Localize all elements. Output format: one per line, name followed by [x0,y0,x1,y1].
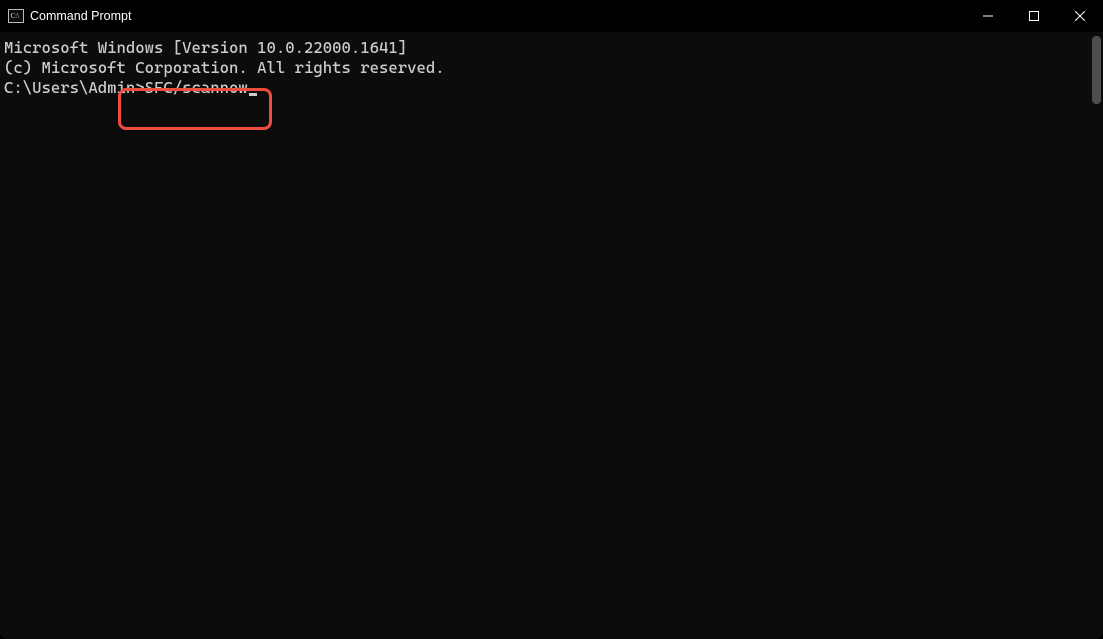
titlebar[interactable]: C:\ Command Prompt [0,0,1103,32]
titlebar-left: C:\ Command Prompt [8,8,131,24]
svg-text:C:\: C:\ [11,12,20,20]
prompt-line: C:\Users\Admin>SFC/scannow [4,78,1099,98]
prompt-path: C:\Users\Admin> [4,78,145,97]
output-line: Microsoft Windows [Version 10.0.22000.16… [4,38,1099,58]
terminal-area[interactable]: Microsoft Windows [Version 10.0.22000.16… [0,32,1103,639]
typed-command: SFC/scannow [145,78,248,97]
close-button[interactable] [1057,0,1103,32]
window-title: Command Prompt [30,9,131,23]
vertical-scrollbar[interactable] [1092,36,1101,104]
command-prompt-window: C:\ Command Prompt Microsoft Windows [Ve… [0,0,1103,639]
maximize-button[interactable] [1011,0,1057,32]
output-line: (c) Microsoft Corporation. All rights re… [4,58,1099,78]
text-cursor [249,93,257,96]
window-controls [965,0,1103,32]
minimize-button[interactable] [965,0,1011,32]
cmd-icon: C:\ [8,8,24,24]
